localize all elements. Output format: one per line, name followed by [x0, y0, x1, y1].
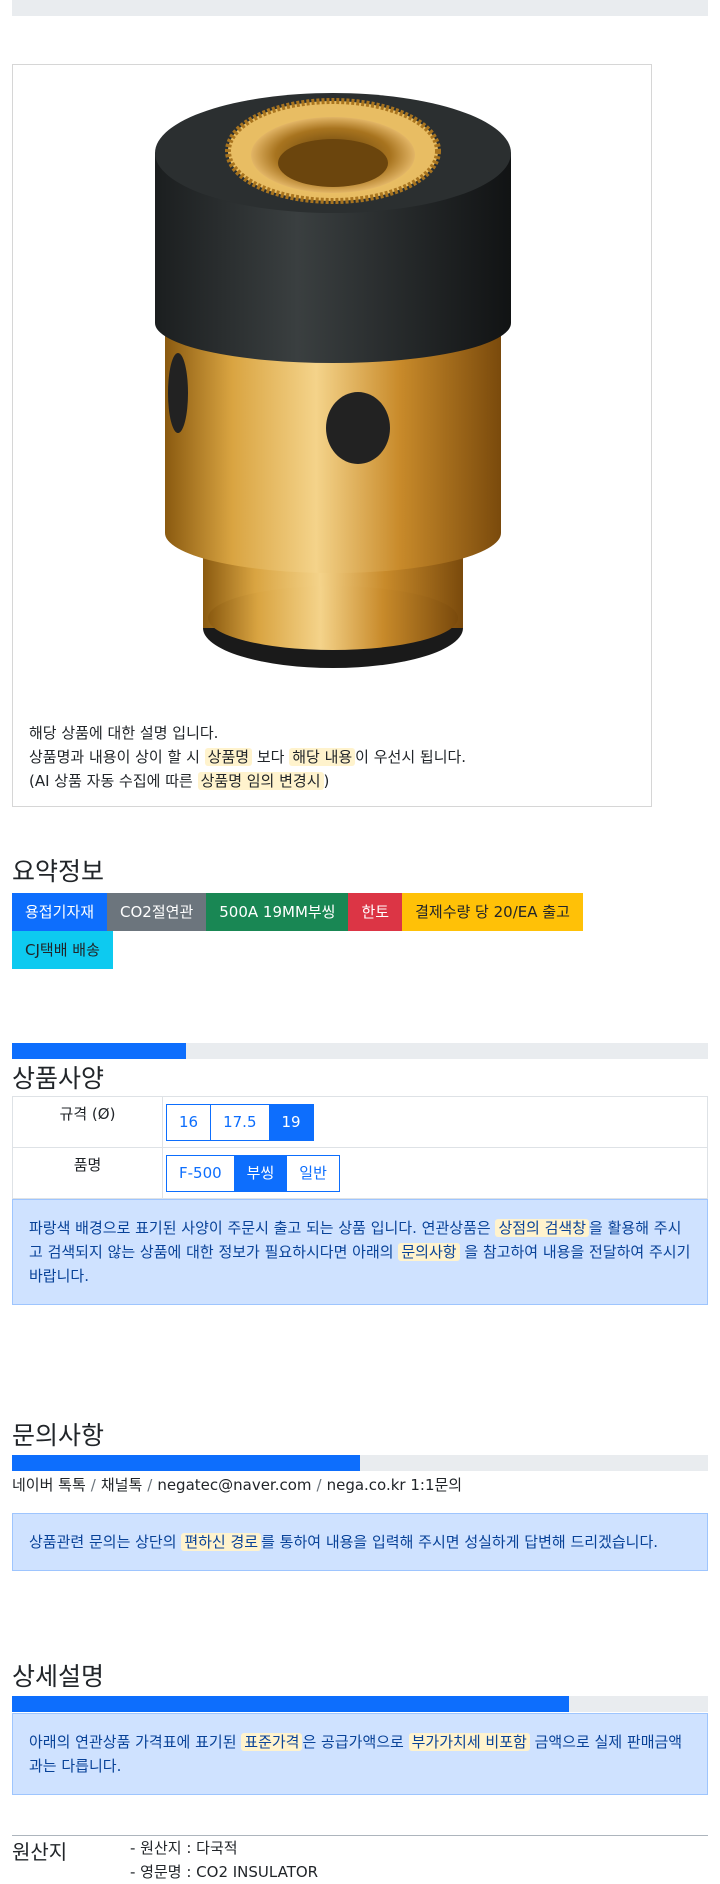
product-card: 해당 상품에 대한 설명 입니다. 상품명과 내용이 상이 할 시 상품명 보다…: [12, 64, 652, 807]
option-name-general[interactable]: 일반: [286, 1154, 340, 1192]
product-description: 해당 상품에 대한 설명 입니다. 상품명과 내용이 상이 할 시 상품명 보다…: [29, 721, 629, 793]
highlight-convenient-route: 편하신 경로: [181, 1533, 262, 1551]
spec-progress-fill: [12, 1043, 186, 1059]
option-size-17-5[interactable]: 17.5: [210, 1103, 270, 1141]
highlight-vat-excluded: 부가가치세 비포함: [408, 1733, 530, 1751]
desc-text: 상품명과 내용이 상이 할 시: [29, 748, 205, 766]
link-channel-talk[interactable]: 채널톡: [101, 1476, 142, 1494]
link-separator: /: [316, 1476, 322, 1494]
inquiry-progress-fill: [12, 1455, 360, 1471]
origin-item-country: - 원산지 : 다국적: [130, 1839, 238, 1857]
option-name-bushing[interactable]: 부씽: [233, 1154, 288, 1192]
origin-item-english-name: - 영문명 : CO2 INSULATOR: [130, 1863, 319, 1881]
origin-label: 원산지: [12, 1840, 68, 1864]
inquiry-progress-bar: [12, 1455, 708, 1471]
link-separator: /: [90, 1476, 96, 1494]
inquiry-title: 문의사항: [12, 1421, 105, 1450]
option-size-16[interactable]: 16: [166, 1103, 212, 1141]
badge-category: 용접기자재: [12, 893, 108, 931]
badge-shipping: CJ택배 배송: [12, 931, 113, 969]
highlight-inquiry: 문의사항: [398, 1243, 460, 1261]
spec-row-product-name: 품명 F-500 부씽 일반: [12, 1147, 708, 1199]
highlight-product-name: 상품명: [204, 748, 253, 766]
origin-list: - 원산지 : 다국적 - 영문명 : CO2 INSULATOR: [130, 1836, 318, 1884]
highlight-content: 해당 내용: [289, 748, 356, 766]
spec-notice: 파랑색 배경으로 표기된 사양이 주문시 출고 되는 상품 입니다. 연관상품은…: [12, 1199, 708, 1305]
summary-title: 요약정보: [12, 857, 105, 886]
spec-title: 상품사양: [12, 1064, 105, 1093]
notice-text: 상품관련 문의는 상단의: [29, 1533, 182, 1551]
detail-progress-bar: [12, 1696, 708, 1712]
badge-quantity: 결제수량 당 20/EA 출고: [402, 893, 583, 931]
desc-text: ): [323, 772, 330, 790]
notice-text: 를 통하여 내용을 입력해 주시면 성실하게 답변해 드리겠습니다.: [261, 1533, 659, 1551]
contact-links: 네이버 톡톡 / 채널톡 / negatec@naver.com / nega.co.kr …: [12, 1474, 462, 1495]
spec-row-size: 규격 (Ø) 16 17.5 19: [12, 1096, 708, 1148]
desc-line-1: 해당 상품에 대한 설명 입니다.: [29, 724, 219, 742]
link-naver-talk[interactable]: 네이버 톡톡: [12, 1476, 86, 1494]
desc-line-2: 상품명과 내용이 상이 할 시 상품명 보다 해당 내용 이 우선시 됩니다.: [29, 745, 629, 769]
badge-brand: 한토: [348, 893, 403, 931]
spec-progress-bar: [12, 1043, 708, 1059]
badge-model: 500A 19MM부씽: [206, 893, 349, 931]
desc-line-3: (AI 상품 자동 수집에 따른 상품명 임의 변경시): [29, 769, 629, 793]
highlight-search-box: 상점의 검색창: [495, 1219, 590, 1237]
desc-text: 이 우선시 됩니다.: [355, 748, 467, 766]
brass-insulator-photo-icon: [155, 93, 511, 668]
spec-table: 규격 (Ø) 16 17.5 19 품명 F-500 부씽 일반: [12, 1096, 708, 1199]
option-name-f500[interactable]: F-500: [166, 1154, 235, 1192]
spec-options-size: 16 17.5 19: [162, 1096, 708, 1148]
notice-text: 아래의 연관상품 가격표에 표기된: [29, 1733, 242, 1751]
spec-label-size: 규격 (Ø): [12, 1096, 163, 1148]
top-progress-bar: [12, 0, 708, 16]
spec-label-product-name: 품명: [12, 1147, 163, 1199]
detail-notice: 아래의 연관상품 가격표에 표기된 표준가격 은 공급가액으로 부가가치세 비포함…: [12, 1713, 708, 1795]
link-email[interactable]: negatec@naver.com: [157, 1476, 311, 1494]
highlight-standard-price: 표준가격: [241, 1733, 303, 1751]
notice-text: 은 공급가액으로: [302, 1733, 409, 1751]
detail-progress-fill: [12, 1696, 569, 1712]
option-size-19[interactable]: 19: [268, 1103, 314, 1141]
detail-title: 상세설명: [12, 1662, 105, 1691]
link-separator: /: [147, 1476, 153, 1494]
link-site-inquiry[interactable]: nega.co.kr 1:1문의: [327, 1476, 463, 1494]
desc-text: (AI 상품 자동 수집에 따른: [29, 772, 198, 790]
spec-options-product-name: F-500 부씽 일반: [162, 1147, 708, 1199]
highlight-name-change: 상품명 임의 변경시: [197, 772, 324, 790]
summary-badges: 용접기자재 CO2절연관 500A 19MM부씽 한토 결제수량 당 20/EA…: [12, 893, 642, 969]
notice-text: 파랑색 배경으로 표기된 사양이 주문시 출고 되는 상품 입니다. 연관상품은: [29, 1219, 496, 1237]
desc-text: 보다: [252, 748, 290, 766]
badge-type: CO2절연관: [107, 893, 207, 931]
inquiry-notice: 상품관련 문의는 상단의 편하신 경로 를 통하여 내용을 입력해 주시면 성실하…: [12, 1513, 708, 1571]
origin-divider: [12, 1835, 708, 1836]
